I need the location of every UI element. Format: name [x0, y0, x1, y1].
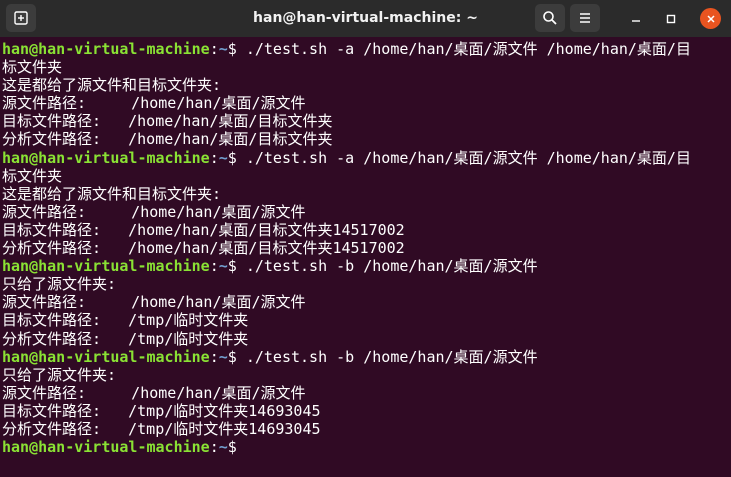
prompt-line: han@han-virtual-machine:~$ ./test.sh -a … [2, 40, 691, 58]
command-text: ./test.sh -a /home/han/桌面/源文件 /home/han/… [236, 148, 691, 167]
output-line: 分析文件路径: /tmp/临时文件夹14693045 [2, 420, 728, 438]
maximize-button[interactable] [660, 8, 681, 29]
prompt-symbol: $ [227, 257, 237, 276]
terminal-output[interactable]: han@han-virtual-machine:~$ ./test.sh -a … [2, 40, 728, 456]
prompt-path: ~ [218, 148, 228, 167]
prompt-line: han@han-virtual-machine:~$ ./test.sh -a … [2, 148, 691, 167]
output-line: 这是都给了源文件和目标文件夹: [2, 76, 728, 94]
output-line: 只给了源文件夹: [2, 275, 728, 293]
output-line: 源文件路径: /home/han/桌面/源文件 [2, 203, 728, 221]
output-text: 分析文件路径: /tmp/临时文件夹 [2, 329, 249, 348]
output-line: 标文件夹 [2, 167, 728, 185]
output-line: 源文件路径: /home/han/桌面/源文件 [2, 293, 728, 311]
output-text: 分析文件路径: /home/han/桌面/目标文件夹14517002 [2, 239, 405, 258]
prompt-path: ~ [218, 40, 228, 58]
prompt-line: han@han-virtual-machine:~$ ./test.sh -b … [2, 257, 538, 276]
command-text [237, 438, 246, 456]
output-text: 标文件夹 [2, 58, 63, 77]
close-icon [706, 14, 715, 23]
output-line: 目标文件路径: /tmp/临时文件夹 [2, 311, 728, 329]
prompt-symbol: $ [227, 438, 237, 457]
output-text: 标文件夹 [2, 166, 63, 185]
prompt-user-host: han@han-virtual-machine [2, 257, 210, 276]
output-text: 只给了源文件夹: [2, 275, 117, 294]
output-text: 目标文件路径: /home/han/桌面/目标文件夹 [2, 112, 333, 131]
output-line: 目标文件路径: /home/han/桌面/目标文件夹 [2, 112, 728, 130]
output-text: 目标文件路径: /tmp/临时文件夹14693045 [2, 401, 321, 420]
output-text: 分析文件路径: /home/han/桌面/目标文件夹 [2, 130, 333, 149]
output-text: 这是都给了源文件和目标文件夹: [2, 76, 222, 95]
output-text: 只给了源文件夹: [2, 365, 117, 384]
command-text: ./test.sh -a /home/han/桌面/源文件 /home/han/… [236, 40, 691, 58]
prompt-line: han@han-virtual-machine:~$ [2, 438, 728, 456]
prompt-path: ~ [218, 347, 228, 366]
output-line: 源文件路径: /home/han/桌面/源文件 [2, 94, 728, 112]
prompt-user-host: han@han-virtual-machine [2, 347, 210, 366]
output-text: 目标文件路径: /home/han/桌面/目标文件夹14517002 [2, 220, 405, 239]
prompt-user-host: han@han-virtual-machine [2, 438, 210, 457]
output-line: 这是都给了源文件和目标文件夹: [2, 185, 728, 203]
output-line: 分析文件路径: /home/han/桌面/目标文件夹 [2, 130, 728, 148]
prompt-user-host: han@han-virtual-machine [2, 40, 210, 58]
prompt-path: ~ [218, 438, 228, 457]
menu-button[interactable] [570, 4, 600, 32]
output-line: 标文件夹 [2, 58, 728, 76]
output-text: 这是都给了源文件和目标文件夹: [2, 184, 222, 203]
output-line: 分析文件路径: /tmp/临时文件夹 [2, 330, 728, 348]
search-button[interactable] [535, 4, 565, 32]
output-line: 只给了源文件夹: [2, 366, 728, 384]
output-text: 源文件路径: /home/han/桌面/源文件 [2, 293, 306, 312]
output-text: 源文件路径: /home/han/桌面/源文件 [2, 383, 306, 402]
prompt-symbol: $ [227, 347, 237, 366]
output-line: 分析文件路径: /home/han/桌面/目标文件夹14517002 [2, 239, 728, 257]
prompt-symbol: $ [227, 40, 237, 58]
command-text: ./test.sh -b /home/han/桌面/源文件 [236, 347, 538, 366]
window-title: han@han-virtual-machine: ~ [253, 10, 478, 26]
minimize-button[interactable] [625, 8, 646, 29]
new-tab-button[interactable] [6, 4, 36, 32]
search-icon [543, 11, 557, 25]
maximize-icon [666, 14, 675, 23]
output-line: 源文件路径: /home/han/桌面/源文件 [2, 384, 728, 402]
output-text: 源文件路径: /home/han/桌面/源文件 [2, 202, 306, 221]
close-button[interactable] [700, 8, 721, 29]
minimize-icon [631, 19, 640, 22]
prompt-line: han@han-virtual-machine:~$ ./test.sh -b … [2, 347, 538, 366]
prompt-path: ~ [218, 257, 228, 276]
output-line: 目标文件路径: /tmp/临时文件夹14693045 [2, 402, 728, 420]
output-text: 源文件路径: /home/han/桌面/源文件 [2, 94, 306, 113]
prompt-user-host: han@han-virtual-machine [2, 148, 210, 167]
hamburger-menu-icon [580, 13, 590, 23]
prompt-symbol: $ [227, 148, 237, 167]
new-tab-icon [14, 11, 28, 25]
command-text: ./test.sh -b /home/han/桌面/源文件 [236, 257, 538, 276]
output-text: 分析文件路径: /tmp/临时文件夹14693045 [2, 419, 321, 438]
terminal-window: han@han-virtual-machine: ~ han@han-virtu… [0, 0, 731, 477]
output-line: 目标文件路径: /home/han/桌面/目标文件夹14517002 [2, 221, 728, 239]
title-bar: han@han-virtual-machine: ~ [0, 0, 731, 37]
output-text: 目标文件路径: /tmp/临时文件夹 [2, 311, 249, 330]
